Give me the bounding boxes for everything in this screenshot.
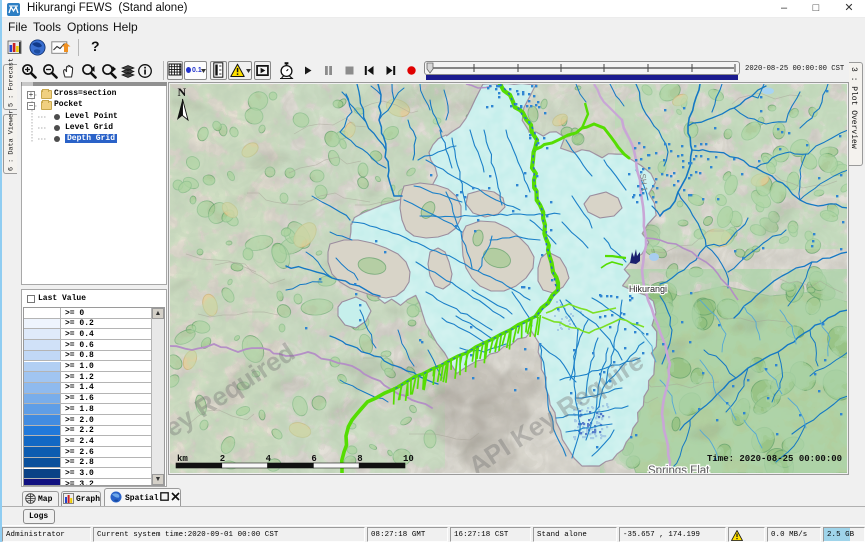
svg-text:N: N xyxy=(178,85,187,99)
svg-text:10: 10 xyxy=(403,454,414,464)
svg-text:6: 6 xyxy=(311,454,316,464)
svg-text:Hikurangi: Hikurangi xyxy=(629,284,667,294)
svg-text:3 : Plot Overview: 3 : Plot Overview xyxy=(849,67,858,149)
svg-text:5 : Forecast: 5 : Forecast xyxy=(8,58,16,107)
svg-text:8: 8 xyxy=(357,454,362,464)
svg-text:2: 2 xyxy=(220,454,225,464)
svg-text:Springs Flat: Springs Flat xyxy=(648,465,710,473)
svg-text:4: 4 xyxy=(266,454,272,464)
svg-text:Time: 2020-08-25 00:00:00 CST: Time: 2020-08-25 00:00:00 CST xyxy=(707,454,847,464)
svg-text:6 : Data Viewer: 6 : Data Viewer xyxy=(8,110,16,171)
svg-text:km: km xyxy=(177,454,188,464)
